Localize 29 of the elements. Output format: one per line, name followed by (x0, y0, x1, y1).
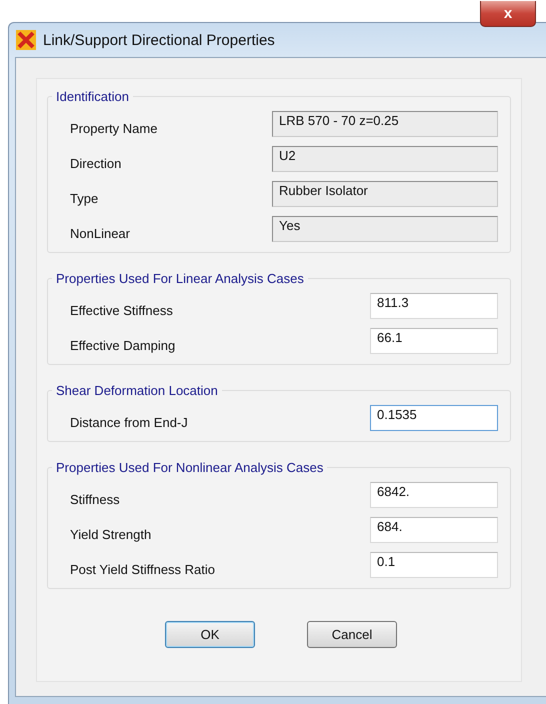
cancel-button[interactable]: Cancel (307, 621, 397, 648)
field-label: Post Yield Stiffness Ratio (70, 562, 216, 577)
group-title: Shear Deformation Location (55, 383, 219, 398)
field-label: Stiffness (70, 492, 120, 507)
input-field[interactable]: 0.1 (370, 552, 498, 578)
input-field[interactable]: LRB 570 - 70 z=0.25 (272, 110, 498, 136)
field-label: NonLinear (70, 226, 130, 241)
window-title: Link/Support Directional Properties (43, 32, 275, 48)
field-label: Direction (70, 156, 122, 171)
input-field[interactable]: Rubber Isolator (272, 180, 498, 206)
field-label: Effective Stiffness (70, 303, 173, 318)
group-title: Properties Used For Linear Analysis Cases (55, 271, 305, 286)
input-field[interactable]: 0.1535 (370, 404, 498, 430)
field-label: Property Name (70, 121, 158, 136)
input-field[interactable]: 66.1 (370, 328, 498, 354)
input-field[interactable]: 684. (370, 516, 498, 542)
input-field[interactable]: Yes (272, 216, 498, 242)
group-title: Identification (55, 89, 130, 104)
field-label: Yield Strength (70, 527, 152, 542)
input-field[interactable]: 6842. (370, 482, 498, 508)
field-label: Distance from End-J (70, 415, 188, 430)
field-label: Effective Damping (70, 338, 176, 353)
input-field[interactable]: U2 (272, 146, 498, 172)
ok-button[interactable]: OK (165, 621, 255, 648)
group-title: Properties Used For Nonlinear Analysis Cases (55, 460, 324, 475)
input-field[interactable]: 811.3 (370, 292, 498, 318)
app-logo-icon (15, 29, 37, 51)
field-label: Type (70, 191, 98, 206)
close-button[interactable]: x (480, 1, 536, 27)
